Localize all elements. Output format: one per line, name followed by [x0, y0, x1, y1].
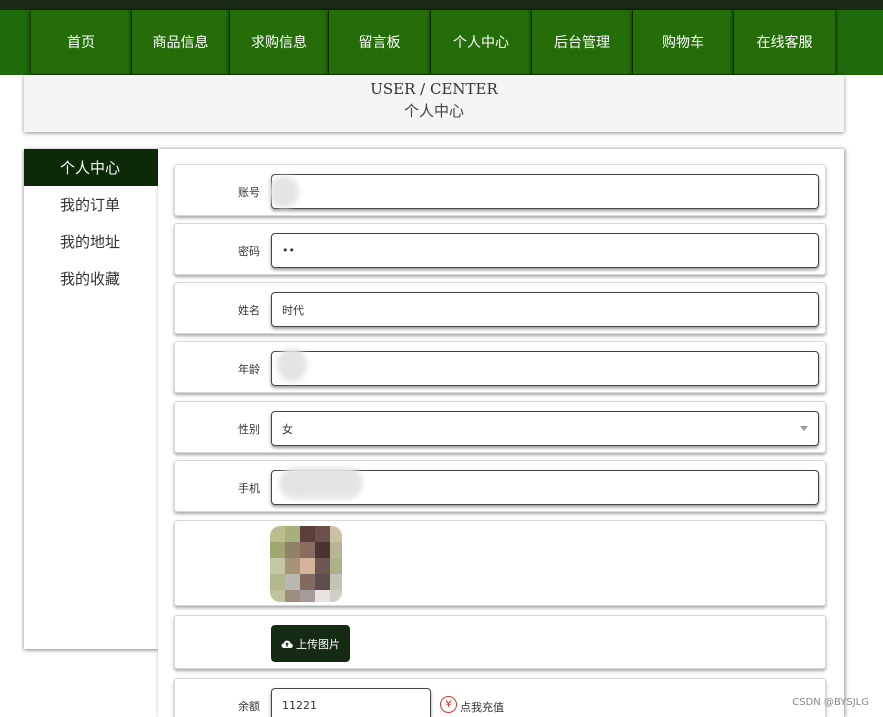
sidebar: 个人中心 我的订单 我的地址 我的收藏: [24, 149, 158, 649]
form-row-balance: 余额 11221 ¥ 点我充值: [174, 678, 826, 717]
sidebar-item-orders[interactable]: 我的订单: [24, 186, 158, 223]
phone-label: 手机: [238, 482, 260, 495]
sidebar-item-user-center[interactable]: 个人中心: [24, 149, 158, 186]
form-row-avatar: [174, 520, 826, 606]
nav-item-cart[interactable]: 购物车: [633, 10, 733, 74]
banner-title-zh: 个人中心: [403, 102, 464, 120]
nav-item-messages[interactable]: 留言板: [329, 10, 430, 74]
top-strip: [0, 0, 883, 10]
form-row-age: 年龄: [174, 341, 826, 393]
nav-item-admin[interactable]: 后台管理: [532, 10, 632, 74]
balance-input[interactable]: 11221: [271, 688, 431, 717]
nav-item-products[interactable]: 商品信息: [132, 10, 229, 74]
avatar-image: [270, 526, 342, 602]
nav-item-user-center[interactable]: 个人中心: [431, 10, 531, 74]
name-label: 姓名: [238, 304, 260, 317]
profile-form: 账号 密码 •• 姓名 时代 年龄 性别 女 手机 上传图片 余额 11221 …: [158, 149, 844, 717]
watermark: CSDN @BYSJLG: [792, 697, 869, 708]
chevron-down-icon: [800, 426, 808, 431]
age-input[interactable]: [271, 351, 819, 386]
main-nav: 首页 商品信息 求购信息 留言板 个人中心 后台管理 购物车 在线客服: [0, 10, 883, 75]
recharge-link[interactable]: 点我充值: [460, 699, 504, 715]
page-banner: USER / CENTER 个人中心: [24, 75, 844, 132]
sidebar-item-address[interactable]: 我的地址: [24, 223, 158, 260]
banner-title-en: USER / CENTER: [370, 80, 498, 98]
cloud-upload-icon: [281, 640, 293, 648]
balance-label: 余额: [238, 700, 260, 713]
form-row-account: 账号: [174, 164, 826, 216]
gender-label: 性别: [238, 423, 260, 436]
upload-image-button[interactable]: 上传图片: [271, 625, 350, 662]
nav-item-wanted[interactable]: 求购信息: [230, 10, 328, 74]
form-row-phone: 手机: [174, 460, 826, 512]
password-input[interactable]: ••: [271, 233, 819, 268]
gender-select[interactable]: 女: [271, 411, 819, 446]
form-row-name: 姓名 时代: [174, 282, 826, 334]
redacted-blur: [279, 467, 363, 499]
nav-item-service[interactable]: 在线客服: [734, 10, 835, 74]
sidebar-item-favorites[interactable]: 我的收藏: [24, 260, 158, 297]
name-input[interactable]: 时代: [271, 292, 819, 327]
yen-icon: ¥: [440, 696, 457, 713]
redacted-blur: [277, 348, 307, 382]
form-row-gender: 性别 女: [174, 401, 826, 453]
form-row-upload: 上传图片: [174, 615, 826, 669]
form-row-password: 密码 ••: [174, 223, 826, 275]
password-label: 密码: [238, 245, 260, 258]
account-label: 账号: [238, 186, 260, 199]
upload-button-label: 上传图片: [296, 637, 340, 651]
nav-item-home[interactable]: 首页: [31, 10, 131, 74]
gender-select-value: 女: [282, 422, 293, 436]
redacted-blur: [269, 176, 299, 208]
age-label: 年龄: [238, 363, 260, 376]
account-input[interactable]: [271, 174, 819, 209]
